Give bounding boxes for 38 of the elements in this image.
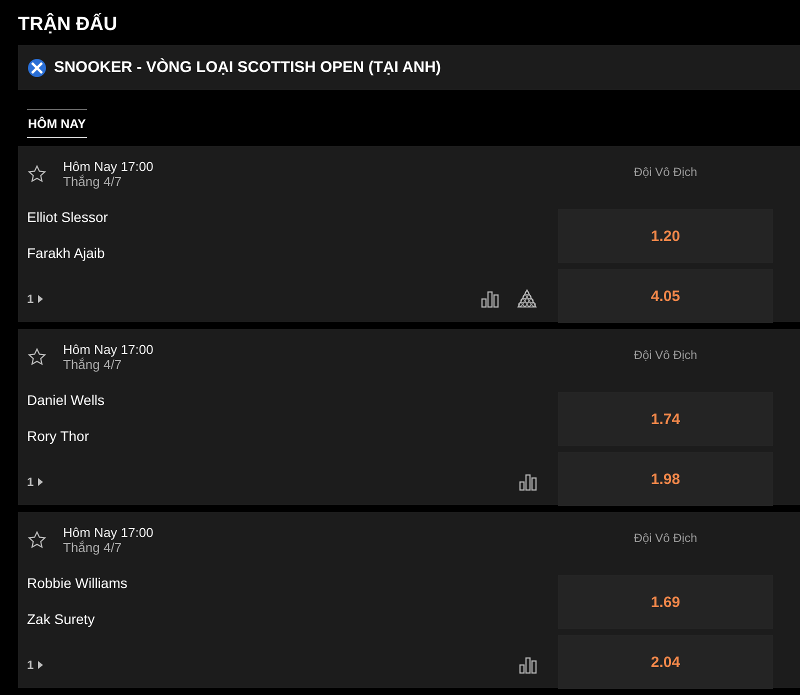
caret-icon (38, 295, 43, 303)
star-icon[interactable] (27, 530, 47, 550)
bar-chart-icon[interactable] (518, 472, 538, 492)
player-name: Farakh Ajaib (27, 245, 105, 261)
league-name: SNOOKER - VÒNG LOẠI SCOTTISH OPEN (TẠI ANH) (54, 58, 441, 76)
match-time: Hôm Nay 17:00 (63, 525, 154, 540)
odds-button[interactable]: 2.04 (558, 635, 773, 689)
player-name: Elliot Slessor (27, 209, 108, 225)
scotland-flag-icon (28, 58, 46, 76)
odds-button[interactable]: 1.69 (558, 575, 773, 629)
star-icon[interactable] (27, 347, 47, 367)
market-label: Đội Vô Địch (632, 164, 698, 181)
page-title: TRẬN ĐẤU (18, 14, 118, 36)
snooker-rack-icon[interactable] (516, 289, 538, 309)
caret-icon (38, 661, 43, 669)
match-time: Hôm Nay 17:00 (63, 342, 154, 357)
bar-chart-icon[interactable] (480, 289, 500, 309)
market-label: Đội Vô Địch (632, 347, 698, 364)
more-markets-link[interactable]: 1 (27, 658, 34, 672)
player-name: Rory Thor (27, 428, 89, 444)
match-format: Thắng 4/7 (63, 174, 123, 189)
player-name: Robbie Williams (27, 575, 128, 591)
bar-chart-icon[interactable] (518, 655, 538, 675)
odds-button[interactable]: 1.98 (558, 452, 773, 506)
match-format: Thắng 4/7 (63, 540, 123, 555)
more-markets-link[interactable]: 1 (27, 475, 34, 489)
match-time: Hôm Nay 17:00 (63, 159, 154, 174)
player-name: Daniel Wells (27, 392, 105, 408)
odds-button[interactable]: 4.05 (558, 269, 773, 323)
player-name: Zak Surety (27, 611, 95, 627)
star-icon[interactable] (27, 164, 47, 184)
more-markets-link[interactable]: 1 (27, 292, 34, 306)
match-format: Thắng 4/7 (63, 357, 123, 372)
odds-button[interactable]: 1.20 (558, 209, 773, 263)
caret-icon (38, 478, 43, 486)
day-tab[interactable]: HÔM NAY (27, 109, 87, 138)
odds-button[interactable]: 1.74 (558, 392, 773, 446)
market-label: Đội Vô Địch (632, 530, 698, 547)
